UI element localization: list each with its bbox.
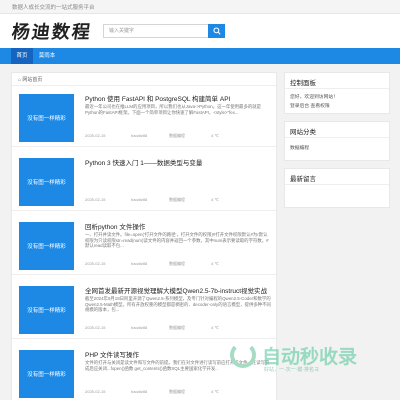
- post-thumbnail[interactable]: 没有图一样精彩: [19, 94, 74, 142]
- top-bar: 数据人成长交流的一站式服务平台: [0, 0, 400, 14]
- post-author[interactable]: haodiz88: [131, 197, 147, 202]
- search-button[interactable]: [208, 24, 225, 38]
- post-meta: 2025-02-15 haodiz88 数据编程 4 ℃: [85, 197, 271, 204]
- post-views: 4 ℃: [211, 261, 219, 266]
- search-icon: [212, 27, 221, 35]
- post-thumbnail[interactable]: 没有图一样精彩: [19, 350, 74, 398]
- category-widget: 网站分类 数据编程: [284, 121, 390, 161]
- post-item: 没有图一样精彩 Python 3 快速入门 1——数据类型与变量 2025-02…: [12, 151, 276, 211]
- post-meta: 2025-02-15 haodiz88 数据编程 4 ℃: [85, 325, 271, 332]
- post-excerpt: 一、打开并读文件。file=open('打开文件的路径'，打开文件的权限)#打开…: [85, 232, 269, 248]
- nav-item-home[interactable]: 首页: [11, 48, 33, 64]
- post-category[interactable]: 数据编程: [169, 389, 185, 395]
- post-item: 没有图一样精彩 回析python 文件操作 一、打开并读文件。file=open…: [12, 215, 276, 275]
- post-views: 4 ℃: [211, 133, 219, 138]
- control-panel-greeting: 您好，欢迎到访网站！: [290, 95, 338, 100]
- category-widget-title: 网站分类: [285, 122, 389, 138]
- watermark: 自动秒收录 好站，一·次一·键·排名ヨ: [228, 336, 388, 373]
- post-excerpt: [85, 168, 271, 184]
- watermark-text: 自动秒收录: [262, 347, 358, 368]
- nav-item-category[interactable]: 莫雨本: [35, 48, 59, 64]
- post-title[interactable]: 全网首发最新开源视觉理解大模型Qwen2.5-7b-instruct视觉实战: [85, 285, 271, 295]
- control-panel-title: 控制面板: [285, 73, 389, 89]
- post-thumbnail[interactable]: 没有图一样精彩: [19, 222, 74, 270]
- site-header: 杨迪数程 输入关键字: [0, 14, 400, 48]
- post-excerpt: 最近一年公司也在推LLM的应用项目，所以我们也从Java->Python。这一年…: [85, 104, 262, 115]
- control-panel-widget: 控制面板 您好，欢迎到访网站！ 登录后台 查看权限: [284, 72, 390, 114]
- post-date: 2025-02-15: [85, 133, 106, 138]
- comments-widget-title: 最新留言: [285, 169, 389, 185]
- post-date: 2025-02-15: [85, 197, 106, 202]
- watermark-logo-icon: [230, 342, 256, 368]
- post-title[interactable]: Python 3 快速入门 1——数据类型与变量: [85, 157, 271, 167]
- post-date: 2025-02-15: [85, 261, 106, 266]
- post-category[interactable]: 数据编程: [169, 261, 185, 267]
- watermark-subtext: 好站，一·次一·键·排名ヨ: [264, 367, 319, 373]
- post-category[interactable]: 数据编程: [169, 133, 185, 139]
- home-icon: ⌂: [18, 77, 22, 83]
- breadcrumb: ⌂ 网站首页: [12, 73, 276, 86]
- post-meta: 2025-02-15 haodiz88 数据编程 4 ℃: [85, 389, 271, 396]
- post-item: 没有图一样精彩 全网首发最新开源视觉理解大模型Qwen2.5-7b-instru…: [12, 279, 276, 339]
- post-thumbnail[interactable]: 没有图一样精彩: [19, 286, 74, 334]
- post-author[interactable]: haodiz88: [131, 325, 147, 330]
- post-meta: 2025-02-15 haodiz88 数据编程 4 ℃: [85, 133, 271, 140]
- post-title[interactable]: Python 使用 FastAPI 和 PostgreSQL 构建简单 API: [85, 93, 271, 103]
- site-logo[interactable]: 杨迪数程: [10, 18, 94, 44]
- post-category[interactable]: 数据编程: [169, 325, 185, 331]
- post-title[interactable]: 回析python 文件操作: [85, 221, 271, 231]
- category-link[interactable]: 数据编程: [290, 144, 309, 151]
- post-thumbnail[interactable]: 没有图一样精彩: [19, 158, 74, 206]
- post-author[interactable]: haodiz88: [131, 133, 147, 138]
- post-views: 4 ℃: [211, 325, 219, 330]
- post-date: 2025-02-15: [85, 389, 106, 394]
- search-input[interactable]: 输入关键字: [103, 24, 225, 38]
- control-panel-links[interactable]: 登录后台 查看权限: [290, 102, 330, 109]
- main-nav: 首页 莫雨本: [0, 48, 400, 64]
- comments-widget: 最新留言: [284, 168, 390, 208]
- post-item: 没有图一样精彩 Python 使用 FastAPI 和 PostgreSQL 构…: [12, 87, 276, 147]
- post-author[interactable]: haodiz88: [131, 389, 147, 394]
- post-date: 2025-02-15: [85, 325, 106, 330]
- breadcrumb-home[interactable]: 网站首页: [22, 77, 42, 83]
- post-views: 4 ℃: [211, 389, 219, 394]
- site-tagline: 数据人成长交流的一站式服务平台: [12, 5, 95, 11]
- post-author[interactable]: haodiz88: [131, 261, 147, 266]
- post-category[interactable]: 数据编程: [169, 197, 185, 203]
- post-views: 4 ℃: [211, 197, 219, 202]
- post-excerpt: 截至2024年9月18日阿里开源了Qwen2.5-系列模型，及专门针对编程的Qw…: [85, 296, 271, 312]
- post-meta: 2025-02-15 haodiz88 数据编程 4 ℃: [85, 261, 271, 268]
